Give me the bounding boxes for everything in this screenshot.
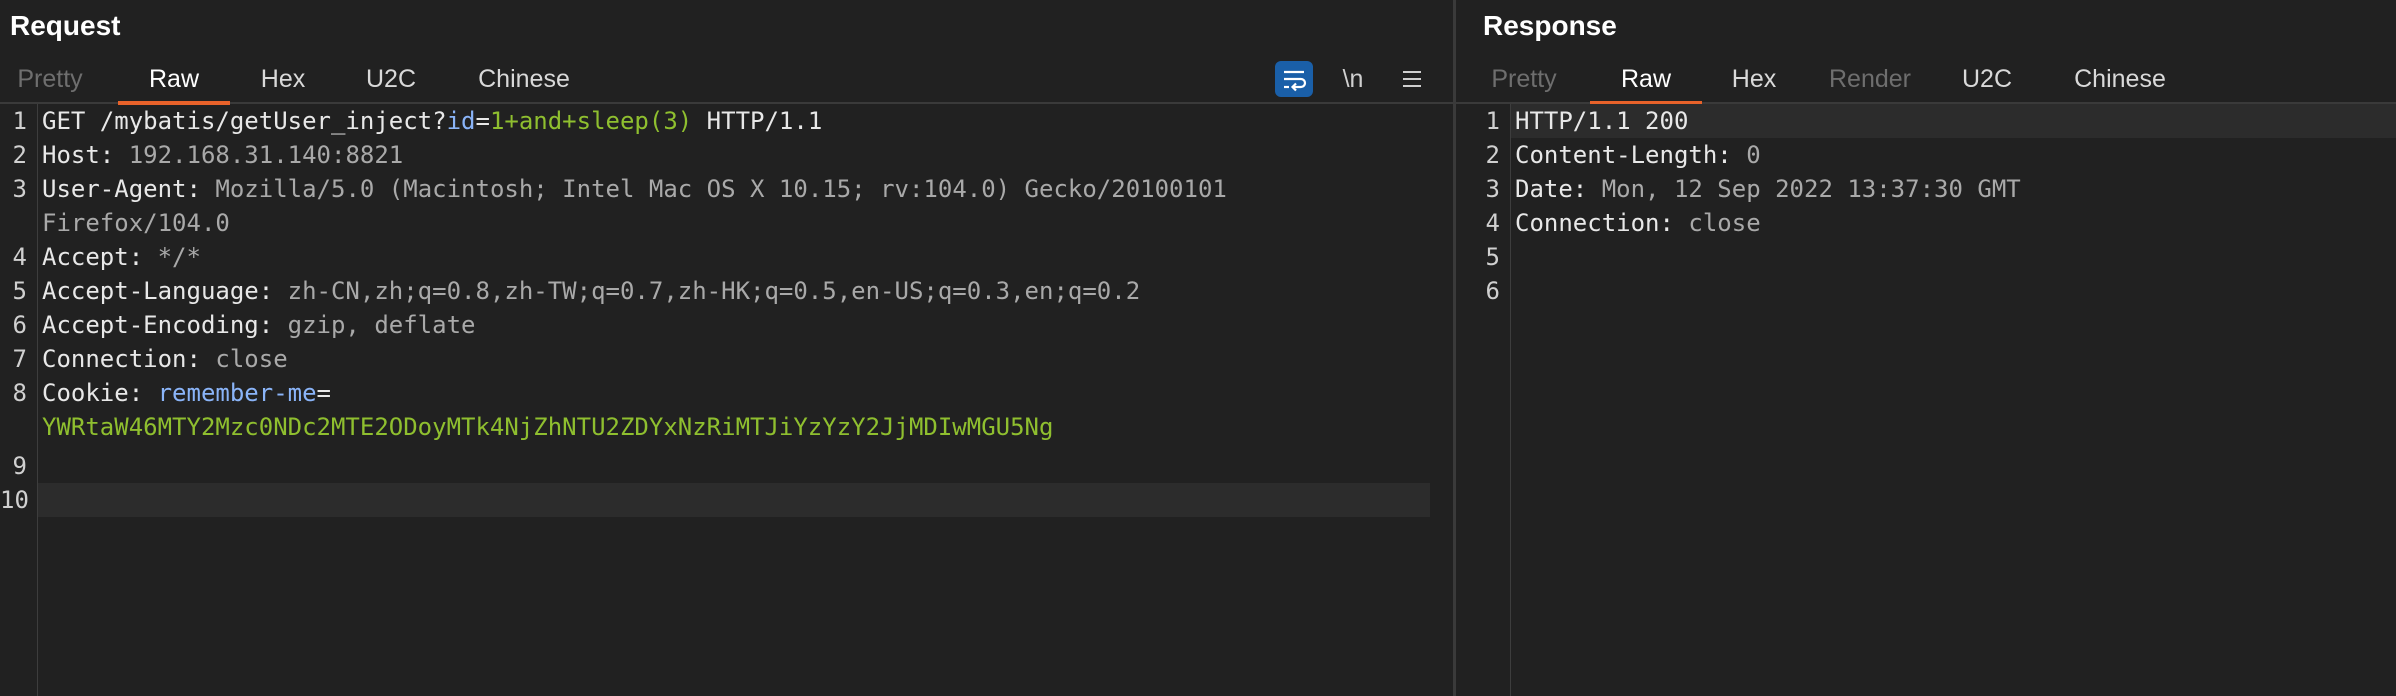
response-tab-render[interactable]: Render (1820, 57, 1920, 102)
response-tab-pretty[interactable]: Pretty (1484, 57, 1564, 102)
response-line-3: Date: Mon, 12 Sep 2022 13:37:30 GMT (1515, 175, 2021, 203)
request-tab-pretty[interactable]: Pretty (10, 57, 90, 102)
request-line-6: Accept-Encoding: gzip, deflate (42, 311, 476, 339)
request-line-3-wrap: Firefox/104.0 (42, 209, 230, 237)
request-pane: Request Pretty Raw Hex U2C Chinese \n 1 … (0, 0, 1453, 696)
request-title: Request (10, 10, 121, 41)
request-line-8-wrap: YWRtaW46MTY2Mzc0NDc2MTE2ODoyMTk4NjZhNTU2… (42, 413, 1054, 441)
response-tab-u2c[interactable]: U2C (1954, 57, 2020, 102)
response-tab-hex[interactable]: Hex (1723, 57, 1785, 102)
http-message-viewer: Request Pretty Raw Hex U2C Chinese \n 1 … (0, 0, 2396, 696)
request-tab-raw[interactable]: Raw (118, 57, 230, 105)
line-number: 8 (12, 379, 27, 407)
hamburger-menu-icon (1403, 71, 1421, 87)
response-line-gutter: 1 2 3 4 5 6 (1456, 104, 1511, 696)
line-number: 4 (1485, 209, 1500, 237)
line-number: 10 (0, 486, 29, 514)
response-line-4: Connection: close (1515, 209, 1761, 237)
line-number: 1 (1485, 107, 1500, 135)
line-number: 6 (1485, 277, 1500, 305)
request-line-gutter: 1 2 3 4 5 6 7 8 9 10 (0, 104, 38, 696)
request-line-4: Accept: */* (42, 243, 201, 271)
line-number: 5 (12, 277, 27, 305)
request-tabs: Pretty Raw Hex U2C Chinese \n (0, 57, 1453, 105)
line-number: 4 (12, 243, 27, 271)
response-line-2: Content-Length: 0 (1515, 141, 1761, 169)
line-number: 9 (12, 452, 27, 480)
wrap-lines-icon (1284, 70, 1307, 92)
line-number: 3 (12, 175, 27, 203)
request-tab-chinese[interactable]: Chinese (466, 57, 582, 102)
show-newlines-button[interactable]: \n (1333, 61, 1373, 97)
response-pane: Response Pretty Raw Hex Render U2C Chine… (1456, 0, 2396, 696)
line-number: 7 (12, 345, 27, 373)
response-tabs: Pretty Raw Hex Render U2C Chinese (1456, 57, 2396, 105)
line-number: 5 (1485, 243, 1500, 271)
response-tab-raw[interactable]: Raw (1590, 57, 1702, 105)
current-line-highlight (38, 483, 1430, 517)
request-line-2: Host: 192.168.31.140:8821 (42, 141, 404, 169)
request-line-7: Connection: close (42, 345, 288, 373)
line-number: 1 (12, 107, 27, 135)
request-line-1: GET /mybatis/getUser_inject?id=1+and+sle… (42, 107, 823, 135)
request-editor[interactable]: 1 2 3 4 5 6 7 8 9 10 GET /mybatis/getUse… (0, 104, 1453, 696)
response-tab-chinese[interactable]: Chinese (2062, 57, 2178, 102)
request-line-5: Accept-Language: zh-CN,zh;q=0.8,zh-TW;q=… (42, 277, 1141, 305)
wrap-lines-button[interactable] (1275, 61, 1313, 97)
request-line-8: Cookie: remember-me= (42, 379, 331, 407)
response-title: Response (1483, 10, 1617, 41)
line-number: 2 (12, 141, 27, 169)
response-editor[interactable]: 1 2 3 4 5 6 HTTP/1.1 200 Content-Length:… (1456, 104, 2396, 696)
request-tab-u2c[interactable]: U2C (358, 57, 424, 102)
request-tab-hex[interactable]: Hex (252, 57, 314, 102)
request-line-3: User-Agent: Mozilla/5.0 (Macintosh; Inte… (42, 175, 1227, 203)
request-menu-button[interactable] (1397, 61, 1427, 97)
line-number: 2 (1485, 141, 1500, 169)
response-line-1: HTTP/1.1 200 (1515, 107, 1689, 135)
line-number: 6 (12, 311, 27, 339)
line-number: 3 (1485, 175, 1500, 203)
